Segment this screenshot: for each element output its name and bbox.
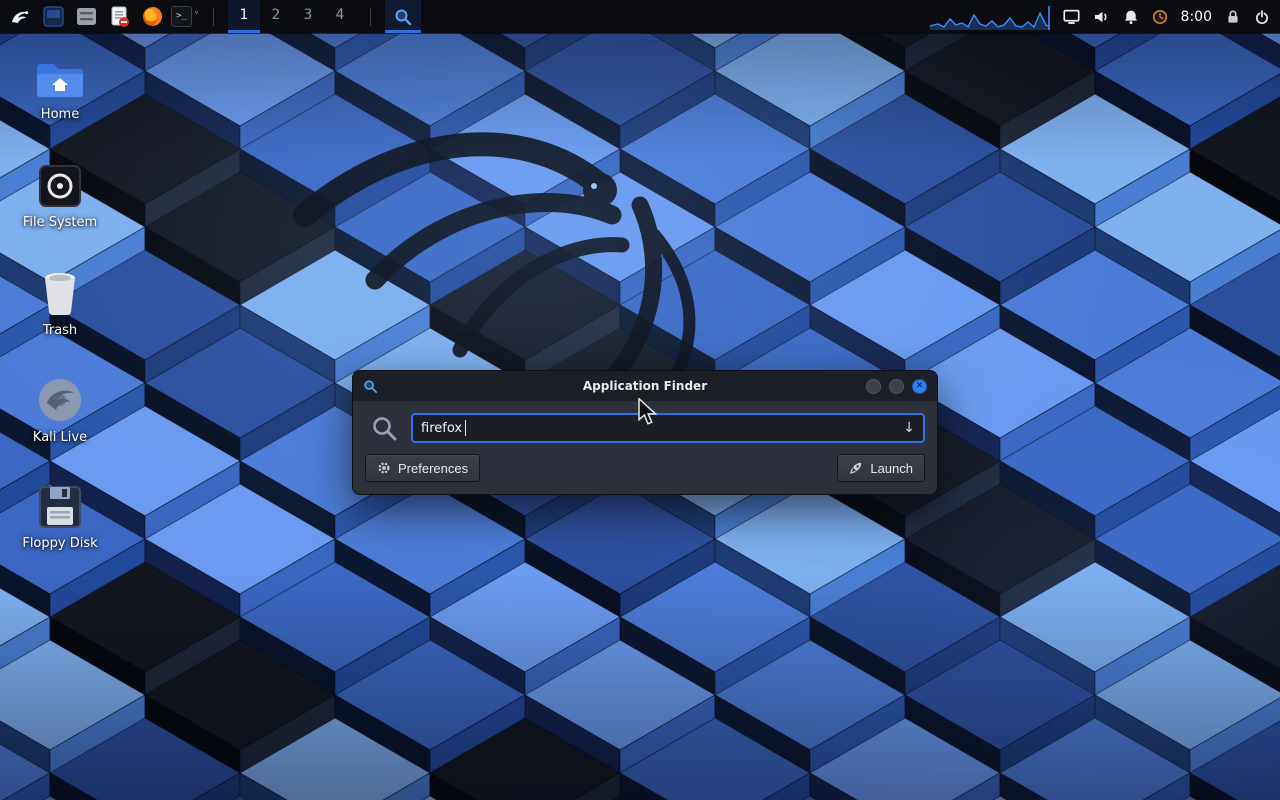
firefox-launcher[interactable] <box>138 1 166 32</box>
search-icon <box>371 415 398 442</box>
desktop-icon-floppy-disk[interactable]: Floppy Disk <box>12 485 108 551</box>
desktop-icon-label: Floppy Disk <box>22 536 97 551</box>
chevron-down-icon: ˅ <box>194 11 199 22</box>
desktop-icon-label: Trash <box>43 323 77 338</box>
network-monitor-graph[interactable] <box>930 4 1050 30</box>
display-icon[interactable] <box>1063 9 1080 25</box>
kali-live-disc-icon <box>37 377 83 423</box>
gear-icon <box>377 461 391 475</box>
panel-status-area: 8:00 <box>930 4 1274 30</box>
launch-icon <box>849 461 863 475</box>
taskbar-application-finder[interactable] <box>385 0 421 33</box>
workspace-3[interactable]: 3 <box>292 0 324 33</box>
terminal-launcher[interactable]: >_ ˅ <box>171 6 199 27</box>
desktop-icon-home[interactable]: Home <box>12 56 108 122</box>
trash-icon <box>38 270 82 316</box>
terminal-icon: >_ <box>171 6 192 27</box>
launch-label: Launch <box>870 461 913 476</box>
window-title: Application Finder <box>353 379 937 393</box>
preferences-label: Preferences <box>398 461 468 476</box>
maximize-button[interactable] <box>889 379 904 394</box>
kali-menu-button[interactable] <box>6 1 34 32</box>
desktop-icon-kali-live[interactable]: Kali Live <box>12 377 108 445</box>
top-panel: >_ ˅ 1 2 3 4 <box>0 0 1280 33</box>
preferences-button[interactable]: Preferences <box>365 454 480 482</box>
power-icon[interactable] <box>1254 9 1270 25</box>
workspace-2[interactable]: 2 <box>260 0 292 33</box>
file-manager-icon <box>76 6 97 27</box>
titlebar[interactable]: Application Finder ✕ <box>353 371 937 401</box>
text-caret <box>465 420 466 436</box>
firefox-icon <box>142 6 163 27</box>
desktop-icon-label: File System <box>23 215 97 230</box>
window-app-icon <box>363 379 378 394</box>
floppy-disk-icon <box>38 485 82 529</box>
finder-body: firefox ↓ Preferences <box>353 401 937 494</box>
lock-icon[interactable] <box>1225 9 1241 25</box>
dropdown-arrow-icon[interactable]: ↓ <box>903 420 915 436</box>
workspace-1[interactable]: 1 <box>228 0 260 33</box>
search-input[interactable]: firefox ↓ <box>411 413 925 443</box>
clock[interactable]: 8:00 <box>1181 9 1212 25</box>
notifications-bell-icon[interactable] <box>1123 9 1139 25</box>
desktop: Home File System Trash Kali Live <box>0 0 1280 800</box>
file-system-icon <box>38 164 82 208</box>
desktop-icon-label: Home <box>41 107 79 122</box>
update-indicator-icon[interactable] <box>1152 9 1168 25</box>
desktop-icon-label: Kali Live <box>33 430 87 445</box>
launch-button[interactable]: Launch <box>837 454 925 482</box>
workspace-4[interactable]: 4 <box>324 0 356 33</box>
search-input-value: firefox <box>421 421 462 436</box>
file-manager-launcher[interactable] <box>72 1 100 32</box>
dark-app-launcher[interactable] <box>39 1 67 32</box>
kali-logo-icon <box>9 6 31 28</box>
volume-icon[interactable] <box>1093 9 1110 25</box>
minimize-button[interactable] <box>866 379 881 394</box>
desktop-icon-file-system[interactable]: File System <box>12 164 108 230</box>
dark-app-icon <box>43 6 64 27</box>
text-editor-launcher[interactable] <box>105 1 133 32</box>
home-folder-icon <box>36 56 84 100</box>
application-finder-window: Application Finder ✕ firefox ↓ <box>352 370 938 495</box>
close-button[interactable]: ✕ <box>912 379 927 394</box>
panel-separator <box>213 8 214 26</box>
text-editor-icon <box>109 6 130 28</box>
panel-separator <box>370 8 371 26</box>
workspace-switcher: 1 2 3 4 <box>228 0 356 33</box>
desktop-icon-trash[interactable]: Trash <box>12 270 108 338</box>
application-finder-task-icon <box>394 8 412 26</box>
